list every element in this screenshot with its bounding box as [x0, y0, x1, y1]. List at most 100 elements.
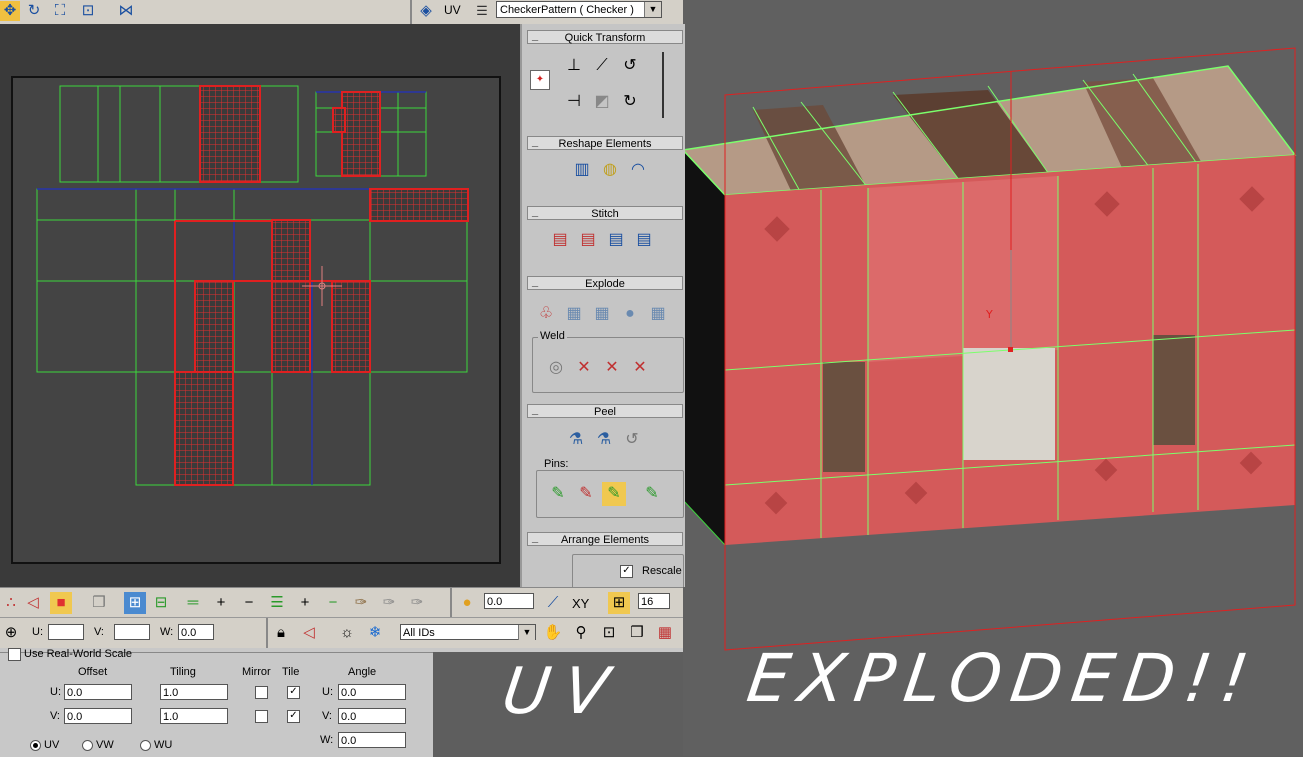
hide-icon[interactable]: ◁ [298, 622, 320, 644]
relax-settings-icon[interactable]: ◠ [626, 158, 650, 182]
rotate-ccw-icon[interactable]: ↺ [618, 54, 642, 78]
grid-snap-icon[interactable]: ⊞ [608, 592, 630, 614]
face-mode-icon[interactable]: ■ [50, 592, 72, 614]
grow-loop-icon[interactable]: + [210, 592, 232, 614]
weld-all-icon[interactable]: ✕ [628, 356, 652, 380]
peel-mode-icon[interactable]: ⚗ [592, 428, 616, 452]
rotate-icon[interactable]: ↻ [24, 1, 44, 21]
pivot-icon[interactable]: ✦ [530, 70, 550, 90]
rotate-cw-icon[interactable]: ↻ [618, 90, 642, 114]
stitch-average-icon[interactable]: ▤ [576, 228, 600, 252]
uv-edit-canvas[interactable] [0, 24, 520, 587]
enlarge-brush-icon[interactable]: ✑ [378, 592, 400, 614]
stitch-custom-icon[interactable]: ▤ [632, 228, 656, 252]
freeform-icon[interactable]: ⊡ [78, 1, 98, 21]
freeze-icon[interactable]: ❄ [364, 622, 386, 644]
rollout-reshape-elements[interactable]: _ Reshape Elements [527, 136, 683, 150]
angle-header: Angle [348, 666, 377, 678]
light-bulb-icon[interactable]: ☼ [336, 622, 358, 644]
straighten-icon[interactable]: ▥ [570, 158, 594, 182]
zoom-region-icon[interactable]: ⊡ [598, 622, 620, 644]
tile-u-checkbox[interactable]: ✓ [287, 686, 300, 699]
move-icon[interactable]: ✥ [0, 1, 20, 21]
grid-size-input[interactable]: 16 [638, 593, 670, 609]
ring-icon[interactable]: ☰ [266, 592, 288, 614]
shrink-ring-icon[interactable]: − [322, 592, 344, 614]
flatten-by-material-icon[interactable]: ▦ [590, 302, 614, 326]
tiling-u-input[interactable]: 1.0 [160, 684, 228, 700]
stitch-to-target-icon[interactable]: ▤ [548, 228, 572, 252]
angle-snap-icon[interactable]: ⟋ [542, 592, 564, 614]
auto-pin-icon[interactable]: ✎ [602, 482, 626, 506]
rescale-checkbox[interactable]: ✓ [620, 565, 633, 578]
checker-map-icon[interactable]: ◈ [416, 1, 436, 21]
break-icon[interactable]: ▦ [646, 302, 670, 326]
chevron-down-icon: ▼ [518, 625, 535, 640]
u-coordinate-input[interactable] [48, 624, 84, 640]
texture-dropdown[interactable]: CheckerPattern ( Checker ) ▼ [496, 1, 662, 18]
zoom-icon[interactable]: ⚲ [570, 622, 592, 644]
rotate-90-icon[interactable]: ◩ [590, 90, 614, 114]
offset-u-label: U: [50, 686, 61, 698]
weld-threshold-icon[interactable]: ◎ [544, 356, 568, 380]
flatten-by-smoothing-icon[interactable]: ▦ [562, 302, 586, 326]
rollout-stitch[interactable]: _ Stitch [527, 206, 683, 220]
uv-radio[interactable] [30, 740, 41, 751]
align-vertical-icon[interactable]: ⊣ [562, 90, 586, 114]
mirror-v-checkbox[interactable] [255, 710, 268, 723]
rollout-peel[interactable]: _ Peel [527, 404, 683, 418]
explode-basket-icon[interactable]: ♧ [534, 302, 558, 326]
tiling-v-input[interactable]: 1.0 [160, 708, 228, 724]
rollout-arrange-elements[interactable]: _ Arrange Elements [527, 532, 683, 546]
zoom-selected-icon[interactable]: ▦ [654, 622, 676, 644]
tile-v-checkbox[interactable]: ✓ [287, 710, 300, 723]
vertex-mode-icon[interactable]: ∴ [0, 592, 22, 614]
edge-mode-icon[interactable]: ◁ [22, 592, 44, 614]
texture-list-icon[interactable]: ☰ [472, 1, 492, 21]
angle-w-input[interactable]: 0.0 [338, 732, 406, 748]
zoom-extents-icon[interactable]: ❒ [626, 622, 648, 644]
angle-u-input[interactable]: 0.0 [338, 684, 406, 700]
transform-icon[interactable]: ⊕ [0, 622, 22, 644]
stitch-to-source-icon[interactable]: ▤ [604, 228, 628, 252]
pin-selected-icon[interactable]: ✎ [546, 482, 570, 506]
w-coordinate-input[interactable]: 0.0 [178, 624, 214, 640]
shrink-loop-icon[interactable]: − [238, 592, 260, 614]
offset-v-input[interactable]: 0.0 [64, 708, 132, 724]
vw-radio[interactable] [82, 740, 93, 751]
relax-icon[interactable]: ◍ [598, 158, 622, 182]
paint-select-icon[interactable]: ✑ [350, 592, 372, 614]
element-mode-icon[interactable]: ❒ [88, 592, 110, 614]
wu-radio[interactable] [140, 740, 151, 751]
v-coordinate-input[interactable] [114, 624, 150, 640]
lock-icon[interactable]: 🔒︎ [270, 622, 292, 644]
scale-icon[interactable]: ⛶ [50, 1, 70, 21]
grow-ring-icon[interactable]: + [294, 592, 316, 614]
weld-selected-icon[interactable]: ✕ [572, 356, 596, 380]
material-id-filter-dropdown[interactable]: All IDs ▼ [400, 624, 536, 640]
weld-target-icon[interactable]: ✕ [600, 356, 624, 380]
grow-selection-icon[interactable]: ⊞ [124, 592, 146, 614]
perspective-viewport[interactable]: Y UV EXPLODED!! [498, 0, 1303, 756]
quick-peel-icon[interactable]: ⚗ [564, 428, 588, 452]
mirror-icon[interactable]: ⋈ [116, 1, 136, 21]
align-linear-icon[interactable]: ⟋ [590, 54, 614, 78]
loop-icon[interactable]: ═ [182, 592, 204, 614]
select-pins-icon[interactable]: ✎ [640, 482, 664, 506]
rollout-explode[interactable]: _ Explode [527, 276, 683, 290]
flatten-icon[interactable]: ● [618, 302, 642, 326]
offset-u-input[interactable]: 0.0 [64, 684, 132, 700]
mirror-u-checkbox[interactable] [255, 686, 268, 699]
shrink-brush-icon[interactable]: ✑ [406, 592, 428, 614]
align-horizontal-icon[interactable]: ⊥ [562, 54, 586, 78]
angle-v-input[interactable]: 0.0 [338, 708, 406, 724]
absolute-mode-icon[interactable]: ● [456, 592, 478, 614]
reset-peel-icon[interactable]: ↺ [620, 428, 644, 452]
unpin-selected-icon[interactable]: ✎ [574, 482, 598, 506]
rotate-angle-input[interactable]: 0.0 [484, 593, 534, 609]
xy-label[interactable]: XY [572, 596, 589, 611]
real-world-scale-checkbox[interactable] [8, 648, 21, 661]
pan-icon[interactable]: ✋ [542, 622, 564, 644]
shrink-selection-icon[interactable]: ⊟ [150, 592, 172, 614]
rollout-quick-transform[interactable]: _ Quick Transform [527, 30, 683, 44]
